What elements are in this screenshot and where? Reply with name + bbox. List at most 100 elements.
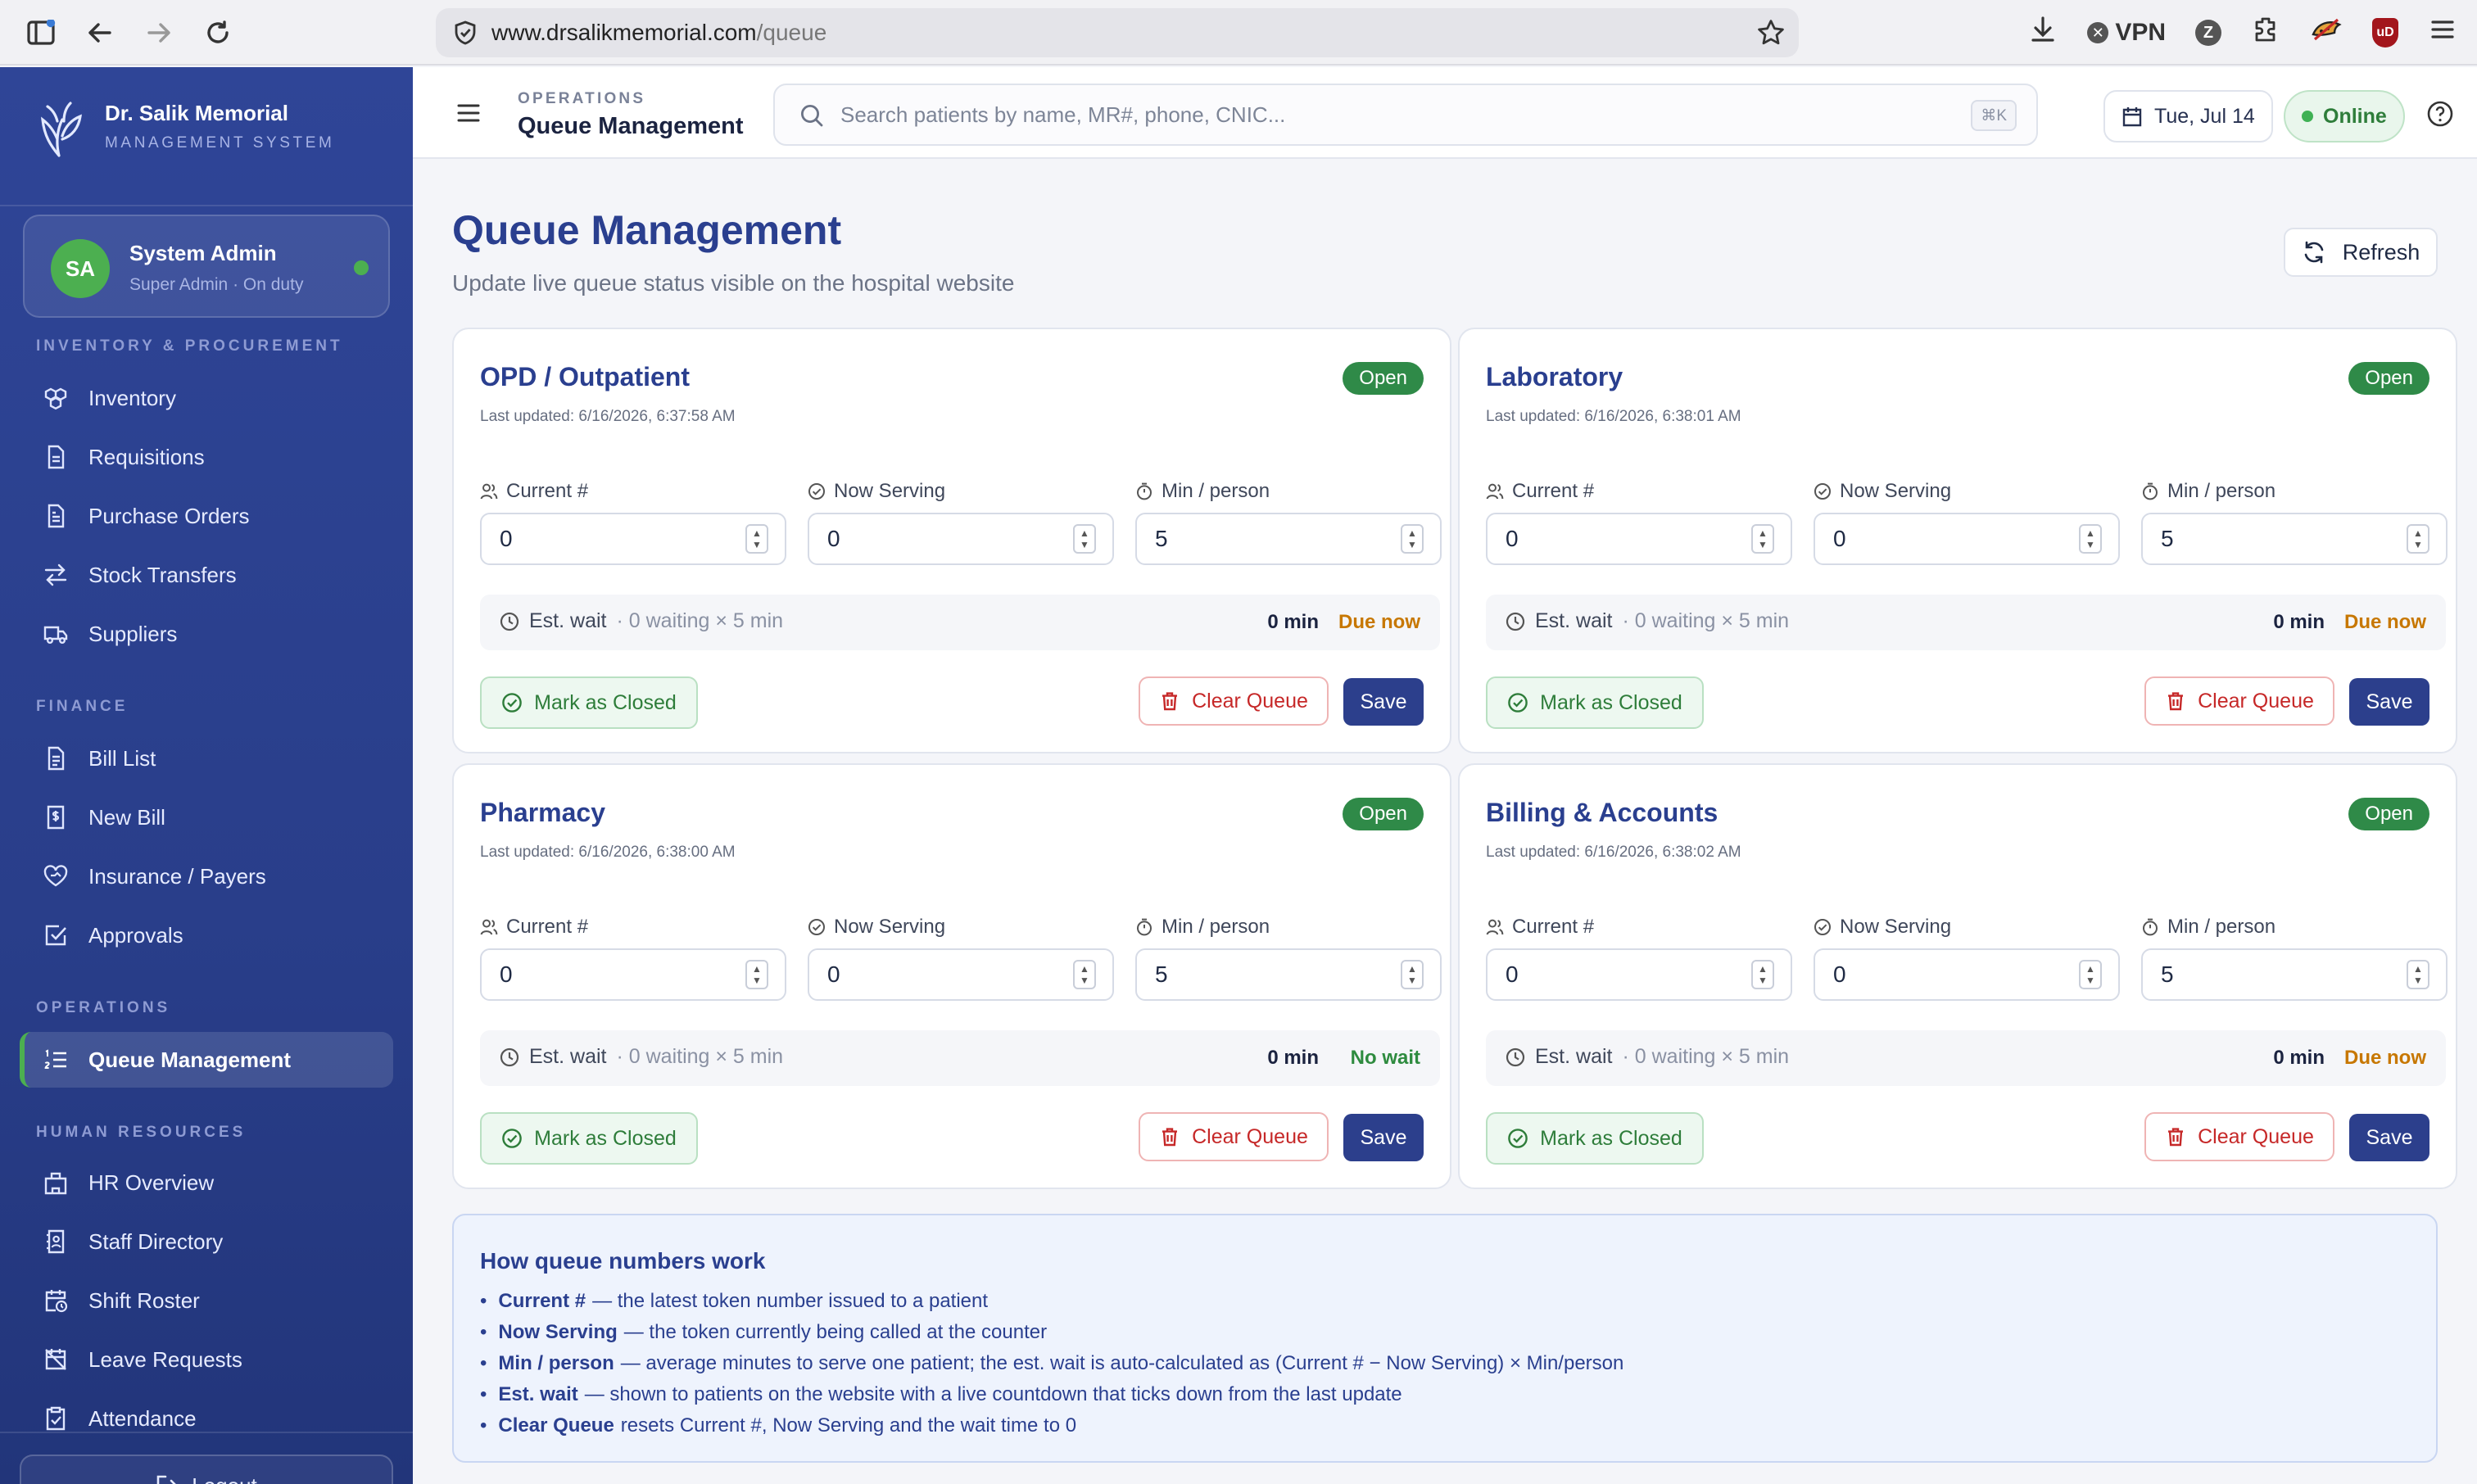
now-serving-input[interactable]: 0 ▲ ▼ (808, 513, 1114, 565)
mark-closed-button[interactable]: Mark as Closed (1486, 1112, 1704, 1165)
check-circle-icon (502, 1129, 522, 1148)
online-dot (2302, 111, 2313, 122)
min-per-person-input[interactable]: 5 ▲ ▼ (2141, 948, 2448, 1001)
help-text: — average minutes to serve one patient; … (620, 1352, 1624, 1374)
save-button[interactable]: Save (1343, 678, 1424, 726)
timer-icon (2143, 918, 2158, 936)
sidebar-item-insurance-payers[interactable]: Insurance / Payers (20, 848, 393, 904)
sidebar-item-purchase-orders[interactable]: Purchase Orders (20, 488, 393, 544)
sidebar-toggle-icon[interactable] (26, 18, 56, 48)
sidebar-item-suppliers[interactable]: Suppliers (20, 606, 393, 662)
ublock-icon[interactable]: uD (2372, 18, 2398, 48)
mark-closed-button[interactable]: Mark as Closed (1486, 676, 1704, 729)
address-bar[interactable]: www.drsalikmemorial.com/queue (436, 8, 1799, 57)
number-stepper-icon[interactable]: ▲ ▼ (2079, 524, 2102, 554)
number-stepper-icon[interactable]: ▲ ▼ (1401, 524, 1424, 554)
clear-queue-button[interactable]: Clear Queue (1139, 676, 1329, 726)
current-number-input[interactable]: 0 ▲ ▼ (480, 513, 786, 565)
label-text: Est. wait (529, 1045, 607, 1068)
logout-button[interactable]: Logout (20, 1455, 393, 1484)
number-stepper-icon[interactable]: ▲ ▼ (745, 524, 768, 554)
number-stepper-icon[interactable]: ▲ ▼ (745, 960, 768, 989)
number-stepper-icon[interactable]: ▲ ▼ (1073, 524, 1096, 554)
help-icon[interactable] (2426, 100, 2454, 134)
number-stepper-icon[interactable]: ▲ ▼ (1751, 524, 1774, 554)
z-extension-icon[interactable]: Z (2195, 20, 2221, 46)
download-icon[interactable] (2028, 15, 2058, 51)
sidebar-item-queue-management[interactable]: Queue Management (20, 1032, 393, 1088)
extensions-icon[interactable] (2251, 15, 2280, 51)
now-serving-input[interactable]: 0 ▲ ▼ (1814, 948, 2120, 1001)
button-label: Mark as Closed (1540, 1126, 1682, 1150)
help-list: Current # — the latest token number issue… (480, 1286, 1623, 1441)
sidebar-item-hr-overview[interactable]: HR Overview (20, 1155, 393, 1210)
browser-menu-icon[interactable] (2428, 15, 2457, 51)
save-button[interactable]: Save (2349, 1114, 2429, 1161)
back-icon[interactable] (85, 18, 115, 48)
number-stepper-icon[interactable]: ▲ ▼ (2407, 524, 2429, 554)
sidebar-item-inventory[interactable]: Inventory (20, 370, 393, 426)
number-stepper-icon[interactable]: ▲ ▼ (1073, 960, 1096, 989)
vpn-label: VPN (2115, 19, 2166, 46)
section-finance: FINANCE (36, 698, 129, 715)
last-updated: Last updated: 6/16/2026, 6:38:00 AM (480, 844, 736, 861)
sidebar-item-label: Stock Transfers (88, 562, 237, 587)
mark-closed-button[interactable]: Mark as Closed (480, 676, 698, 729)
number-stepper-icon[interactable]: ▲ ▼ (2407, 960, 2429, 989)
leopard-extension-icon[interactable] (2310, 15, 2343, 51)
sidebar-item-requisitions[interactable]: Requisitions (20, 429, 393, 485)
estimated-wait-label: Est. wait · 0 waiting × 5 min (500, 609, 783, 633)
input-value: 0 (500, 526, 513, 551)
min-per-person-input[interactable]: 5 ▲ ▼ (1135, 513, 1442, 565)
number-stepper-icon[interactable]: ▲ ▼ (1401, 960, 1424, 989)
sidebar-item-staff-directory[interactable]: Staff Directory (20, 1214, 393, 1269)
refresh-button[interactable]: Refresh (2284, 228, 2438, 277)
label-text: Est. wait (529, 609, 607, 632)
label-text: Current # (506, 916, 589, 938)
sidebar-item-bill-list[interactable]: Bill List (20, 731, 393, 786)
help-term: Now Serving (498, 1321, 618, 1343)
save-button[interactable]: Save (2349, 678, 2429, 726)
wait-detail: · 0 waiting × 5 min (616, 1045, 784, 1068)
number-stepper-icon[interactable]: ▲ ▼ (2079, 960, 2102, 989)
date-chip[interactable]: Tue, Jul 14 (2103, 90, 2273, 143)
min-per-person-input[interactable]: 5 ▲ ▼ (2141, 513, 2448, 565)
sidebar-item-new-bill[interactable]: New Bill (20, 790, 393, 845)
user-profile-card[interactable]: SA System Admin Super Admin · On duty (23, 215, 390, 318)
button-label: Clear Queue (2198, 1124, 2314, 1148)
section-inventory-procurement: INVENTORY & PROCUREMENT (36, 337, 343, 355)
wait-minutes: 0 min (1267, 611, 1319, 633)
min-per-person-input[interactable]: 5 ▲ ▼ (1135, 948, 1442, 1001)
vpn-button[interactable]: ✕ VPN (2087, 19, 2166, 47)
help-term: Clear Queue (498, 1414, 614, 1436)
mark-closed-button[interactable]: Mark as Closed (480, 1112, 698, 1165)
clear-queue-button[interactable]: Clear Queue (1139, 1112, 1329, 1161)
number-stepper-icon[interactable]: ▲ ▼ (1751, 960, 1774, 989)
now-serving-input[interactable]: 0 ▲ ▼ (1814, 513, 2120, 565)
button-label: Clear Queue (1192, 689, 1308, 713)
search-input[interactable]: Search patients by name, MR#, phone, CNI… (773, 84, 2038, 146)
sidebar-item-stock-transfers[interactable]: Stock Transfers (20, 547, 393, 603)
reload-icon[interactable] (203, 18, 233, 48)
current-number-input[interactable]: 0 ▲ ▼ (1486, 948, 1792, 1001)
sidebar-item-approvals[interactable]: Approvals (20, 907, 393, 963)
sidebar-item-shift-roster[interactable]: Shift Roster (20, 1273, 393, 1328)
clear-queue-button[interactable]: Clear Queue (2144, 1112, 2334, 1161)
brand[interactable]: Dr. Salik Memorial MANAGEMENT SYSTEM (33, 93, 334, 159)
browser-toolbar: www.drsalikmemorial.com/queue ✕ VPN Z uD (0, 0, 2477, 66)
sidebar-item-label: Purchase Orders (88, 503, 250, 528)
clear-queue-button[interactable]: Clear Queue (2144, 676, 2334, 726)
help-text: — shown to patients on the website with … (584, 1383, 1402, 1405)
save-button[interactable]: Save (1343, 1114, 1424, 1161)
now-serving-input[interactable]: 0 ▲ ▼ (808, 948, 1114, 1001)
forward-icon[interactable] (144, 18, 174, 48)
sidebar-item-attendance[interactable]: Attendance (20, 1391, 393, 1446)
brand-subtitle: MANAGEMENT SYSTEM (105, 133, 335, 152)
menu-toggle-icon[interactable] (455, 100, 482, 133)
bookmark-star-icon[interactable] (1756, 18, 1786, 53)
sidebar-item-leave-requests[interactable]: Leave Requests (20, 1332, 393, 1387)
status-badge: Open (1343, 798, 1424, 830)
current-number-input[interactable]: 0 ▲ ▼ (480, 948, 786, 1001)
wait-status: No wait (1350, 1047, 1420, 1069)
current-number-input[interactable]: 0 ▲ ▼ (1486, 513, 1792, 565)
